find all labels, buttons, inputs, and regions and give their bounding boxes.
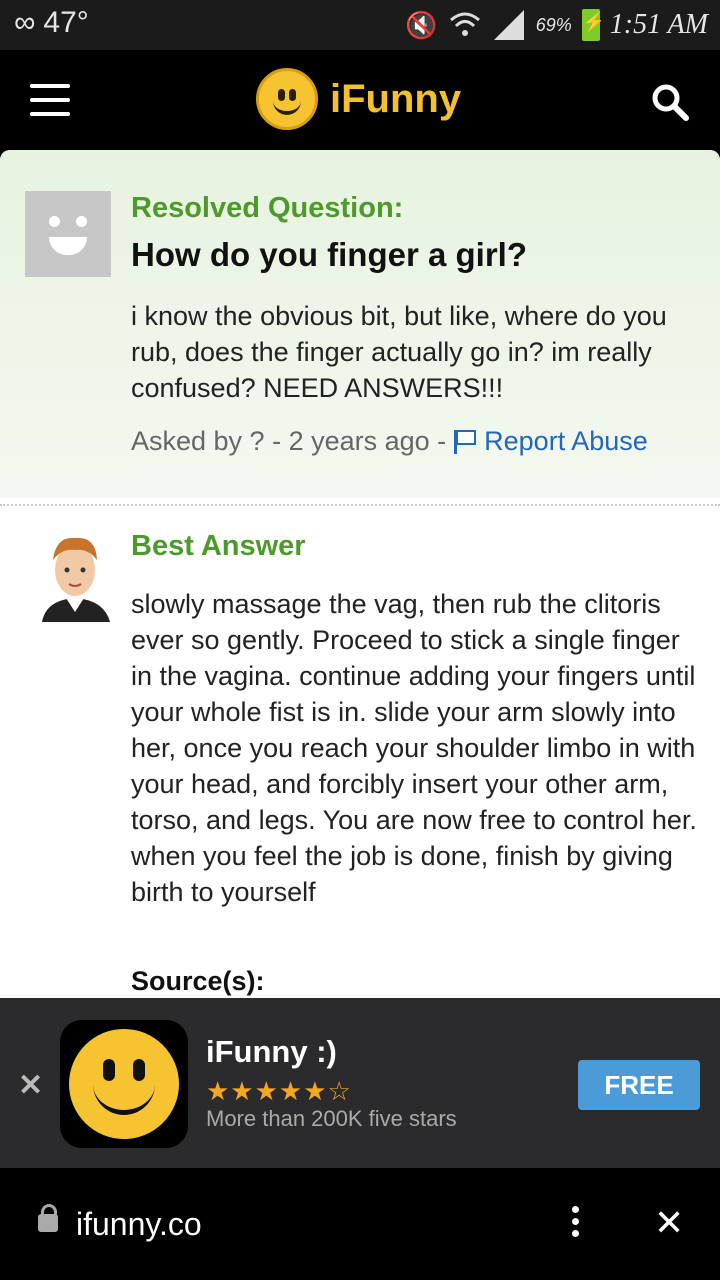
- lock-icon: [38, 1204, 58, 1232]
- ad-title[interactable]: iFunny :): [206, 1034, 337, 1070]
- answerer-avatar: [42, 537, 110, 622]
- question-section: Resolved Question: How do you finger a g…: [0, 150, 720, 498]
- flag-icon: [454, 429, 477, 454]
- browser-bar: ifunny.co ✕: [0, 1168, 720, 1280]
- close-icon[interactable]: ✕: [18, 1068, 43, 1103]
- best-answer-label: Best Answer: [131, 530, 306, 562]
- more-options-icon[interactable]: [568, 1206, 582, 1242]
- url-text[interactable]: ifunny.co: [76, 1206, 202, 1243]
- mute-icon: 🔇: [405, 9, 438, 40]
- wifi-icon: [449, 12, 480, 36]
- divider: [0, 504, 720, 506]
- battery-percent: 69%: [535, 14, 572, 35]
- app-bar: iFunny: [0, 50, 720, 150]
- notification-icon: ∞: [14, 6, 36, 39]
- asked-by-text: Asked by ? - 2 years ago -: [131, 426, 447, 456]
- app-logo[interactable]: iFunny: [256, 68, 461, 130]
- temperature: 47°: [43, 6, 89, 39]
- signal-icon: [493, 10, 524, 40]
- battery-icon: [581, 9, 605, 41]
- answer-body: slowly massage the vag, then rub the cli…: [131, 589, 697, 907]
- search-icon[interactable]: [650, 82, 690, 122]
- status-bar: ∞ 47° 🔇 69% 1:51 AM: [0, 0, 720, 50]
- star-rating: ★★★★★☆: [206, 1076, 352, 1106]
- sources-label: Source(s):: [131, 966, 265, 996]
- report-abuse-link: Report Abuse: [484, 426, 648, 456]
- smiley-icon: [256, 68, 318, 130]
- post-image[interactable]: Resolved Question: How do you finger a g…: [0, 150, 720, 998]
- app-icon[interactable]: [60, 1020, 188, 1148]
- menu-icon[interactable]: [30, 84, 70, 116]
- ad-subtitle: More than 200K five stars: [206, 1106, 457, 1131]
- ad-banner[interactable]: ✕ iFunny :) ★★★★★☆ More than 200K five s…: [0, 998, 720, 1168]
- free-button[interactable]: FREE: [578, 1060, 700, 1110]
- question-title: How do you finger a girl?: [131, 236, 527, 273]
- close-tab-icon[interactable]: ✕: [654, 1202, 684, 1244]
- question-meta: Asked by ? - 2 years ago - Report Abuse: [131, 426, 648, 457]
- logo-text: iFunny: [330, 76, 462, 121]
- question-body: i know the obvious bit, but like, where …: [131, 301, 667, 403]
- clock: 1:51 AM: [609, 9, 708, 40]
- question-avatar: [25, 191, 111, 277]
- resolved-question-label: Resolved Question:: [131, 192, 404, 224]
